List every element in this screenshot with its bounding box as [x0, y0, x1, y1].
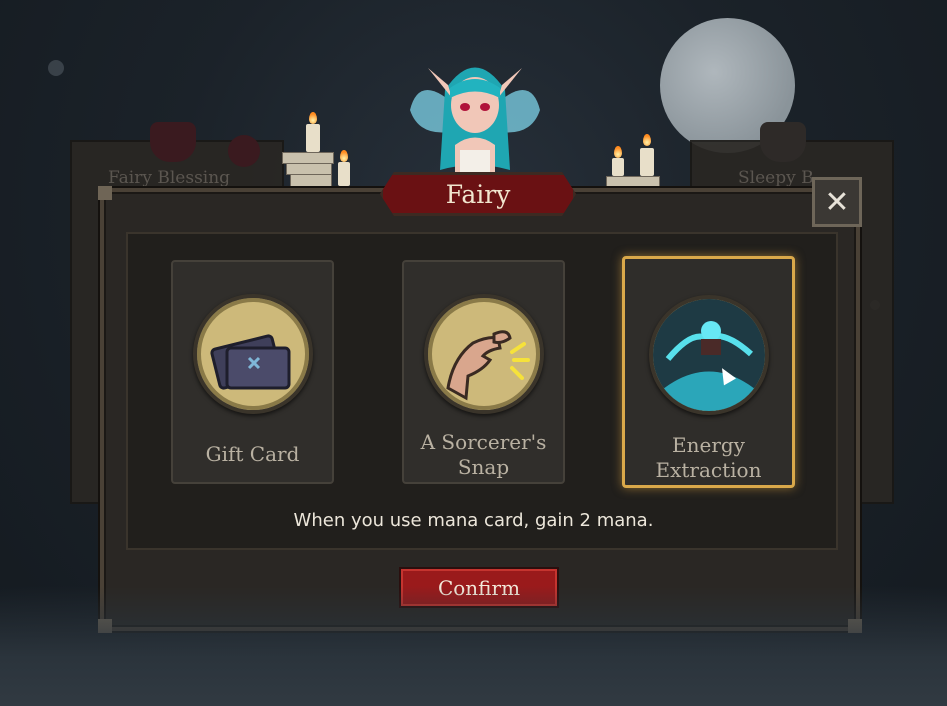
- flame-icon: [309, 112, 317, 124]
- card-label-line: Snap: [457, 455, 510, 479]
- candle: [612, 158, 624, 176]
- flame-icon: [643, 134, 651, 146]
- card-sorcerers-snap[interactable]: A Sorcerer's Snap: [402, 260, 565, 484]
- candle: [640, 148, 654, 176]
- close-icon: ✕: [824, 184, 850, 220]
- book: [606, 176, 660, 188]
- card-energy-extraction[interactable]: Energy Extraction: [622, 256, 795, 488]
- card-gift-card[interactable]: Gift Card: [171, 260, 334, 484]
- gift-card-medal: [192, 294, 313, 414]
- snowy-ground: [0, 586, 947, 706]
- card-label-line: Energy: [672, 433, 745, 457]
- dialog-title: Fairy: [445, 179, 511, 209]
- snowflake: [48, 60, 64, 76]
- flame-icon: [614, 146, 622, 158]
- close-button[interactable]: ✕: [812, 177, 862, 227]
- snap-icon: [445, 330, 530, 401]
- energy-extraction-icon: [652, 299, 765, 411]
- card-description: When you use mana card, gain 2 mana.: [293, 510, 654, 531]
- bat-icon: [760, 122, 806, 162]
- candle: [338, 162, 350, 186]
- flame-icon: [340, 150, 348, 162]
- snap-medal: [423, 294, 544, 414]
- dialog-corner: [98, 186, 112, 200]
- card-label-line: Gift Card: [205, 442, 300, 466]
- candle: [306, 124, 320, 152]
- book: [290, 174, 332, 188]
- card-label-line: A Sorcerer's: [420, 430, 547, 454]
- dialog-title-plate: Fairy: [380, 172, 576, 216]
- energy-extraction-medal: [648, 295, 769, 415]
- card-label-line: Extraction: [655, 458, 762, 482]
- badge-icon: [228, 135, 260, 167]
- bat-icon: [150, 122, 196, 162]
- background-panel-left-title: Fairy Blessing: [108, 168, 231, 188]
- gift-card-icon: [209, 334, 290, 390]
- background-panel-right-title: Sleepy B: [738, 168, 814, 188]
- fairy-character: [410, 67, 540, 180]
